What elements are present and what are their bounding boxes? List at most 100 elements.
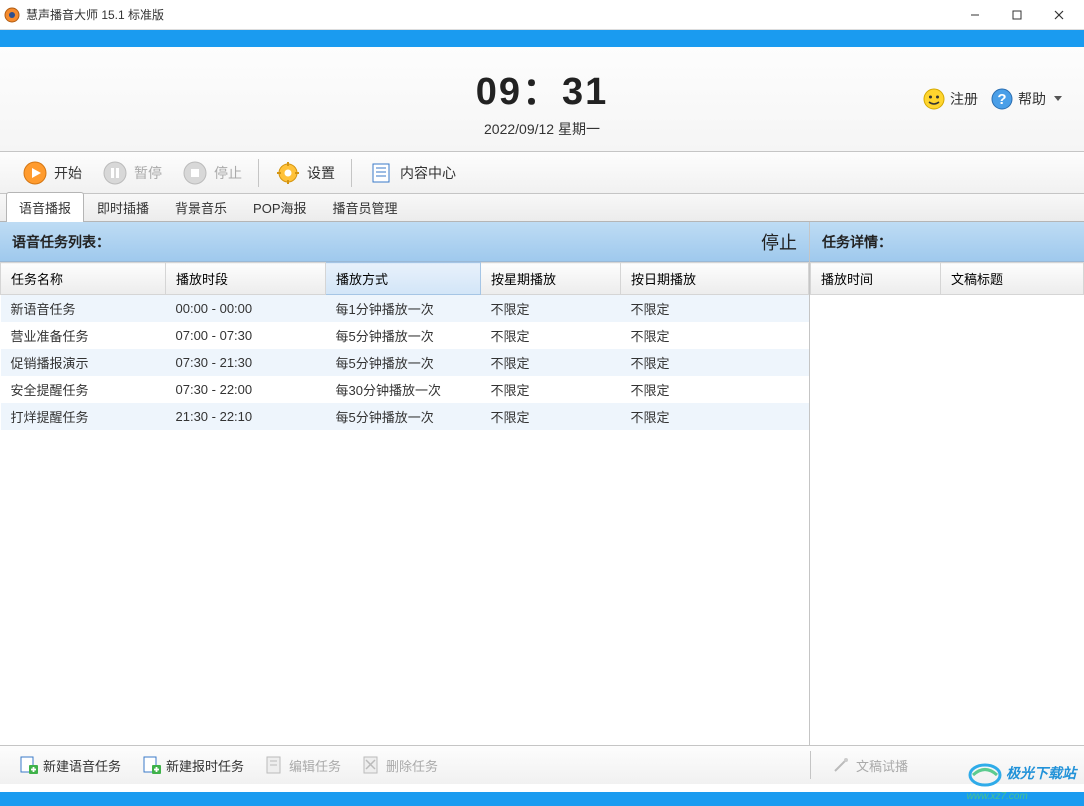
task-cell-mode: 每30分钟播放一次 (326, 376, 481, 403)
delete-task-button[interactable]: 删除任务 (351, 751, 448, 779)
close-button[interactable] (1038, 2, 1080, 28)
task-cell-date: 不限定 (621, 322, 809, 349)
task-cell-weekday: 不限定 (481, 295, 621, 323)
stop-label: 停止 (214, 163, 242, 183)
play-icon (22, 160, 48, 186)
task-cell-name: 营业准备任务 (1, 322, 166, 349)
clock-time: 09：31 (476, 60, 609, 115)
task-table-header-row: 任务名称 播放时段 播放方式 按星期播放 按日期播放 (1, 263, 809, 295)
start-label: 开始 (54, 163, 82, 183)
register-button[interactable]: 注册 (922, 87, 978, 111)
watermark-text: 极光下载站 (1006, 765, 1076, 781)
tab-announcer-manage[interactable]: 播音员管理 (320, 192, 411, 222)
stop-icon (182, 160, 208, 186)
tab-voice-broadcast[interactable]: 语音播报 (6, 192, 84, 222)
titlebar: 慧声播音大师 15.1 标准版 (0, 0, 1084, 30)
settings-button[interactable]: 设置 (265, 156, 345, 190)
new-voice-task-button[interactable]: 新建语音任务 (8, 751, 131, 779)
col-by-weekday[interactable]: 按星期播放 (481, 263, 621, 295)
toolbar-separator (351, 159, 352, 187)
detail-table: 播放时间 文稿标题 (810, 262, 1084, 295)
register-label: 注册 (950, 89, 978, 109)
blue-accent-bar (0, 30, 1084, 47)
clock-block: 09：31 2022/09/12 星期一 (476, 60, 609, 139)
right-panel: 任务详情： 播放时间 文稿标题 (810, 222, 1084, 745)
content-area: 语音任务列表： 停止 任务名称 播放时段 播放方式 按星期播放 按日期播放 新语… (0, 222, 1084, 746)
edit-task-label: 编辑任务 (289, 756, 341, 775)
pause-button[interactable]: 暂停 (92, 156, 172, 190)
task-list-status: 停止 (761, 229, 797, 255)
col-play-period[interactable]: 播放时段 (166, 263, 326, 295)
smile-icon (922, 87, 946, 111)
task-cell-period: 07:30 - 22:00 (166, 376, 326, 403)
svg-text:?: ? (997, 91, 1006, 108)
watermark: 极光下载站 www.xz7.com (967, 762, 1076, 802)
col-play-mode[interactable]: 播放方式 (326, 263, 481, 295)
task-table-wrap[interactable]: 任务名称 播放时段 播放方式 按星期播放 按日期播放 新语音任务00:00 - … (0, 262, 809, 745)
task-row[interactable]: 打烊提醒任务21:30 - 22:10每5分钟播放一次不限定不限定 (1, 403, 809, 430)
left-panel: 语音任务列表： 停止 任务名称 播放时段 播放方式 按星期播放 按日期播放 新语… (0, 222, 810, 745)
trial-play-label: 文稿试播 (856, 756, 908, 775)
gear-icon (275, 160, 301, 186)
task-row[interactable]: 营业准备任务07:00 - 07:30每5分钟播放一次不限定不限定 (1, 322, 809, 349)
col-task-name[interactable]: 任务名称 (1, 263, 166, 295)
task-cell-name: 安全提醒任务 (1, 376, 166, 403)
start-button[interactable]: 开始 (12, 156, 92, 190)
delete-task-label: 删除任务 (386, 756, 438, 775)
delete-icon (361, 755, 381, 775)
watermark-url: www.xz7.com (967, 791, 1028, 802)
help-button[interactable]: ? 帮助 (990, 87, 1062, 111)
pause-label: 暂停 (134, 163, 162, 183)
bottom-left-buttons: 新建语音任务 新建报时任务 编辑任务 删除任务 (0, 751, 810, 779)
col-by-date[interactable]: 按日期播放 (621, 263, 809, 295)
tab-instant-insert[interactable]: 即时插播 (84, 192, 162, 222)
content-center-button[interactable]: 内容中心 (358, 156, 466, 190)
wand-icon (831, 755, 851, 775)
task-row[interactable]: 安全提醒任务07:30 - 22:00每30分钟播放一次不限定不限定 (1, 376, 809, 403)
col-doc-title[interactable]: 文稿标题 (941, 263, 1084, 295)
task-cell-weekday: 不限定 (481, 403, 621, 430)
task-table: 任务名称 播放时段 播放方式 按星期播放 按日期播放 新语音任务00:00 - … (0, 262, 809, 430)
task-cell-period: 21:30 - 22:10 (166, 403, 326, 430)
task-cell-date: 不限定 (621, 376, 809, 403)
add-clock-icon (141, 755, 161, 775)
minimize-button[interactable] (954, 2, 996, 28)
header-right-buttons: 注册 ? 帮助 (922, 87, 1062, 111)
main-toolbar: 开始 暂停 停止 设置 内容中心 (0, 152, 1084, 194)
detail-table-wrap[interactable]: 播放时间 文稿标题 (810, 262, 1084, 745)
task-row[interactable]: 新语音任务00:00 - 00:00每1分钟播放一次不限定不限定 (1, 295, 809, 323)
detail-table-header-row: 播放时间 文稿标题 (811, 263, 1084, 295)
task-list-header: 语音任务列表： 停止 (0, 222, 809, 262)
tabs-row: 语音播报 即时插播 背景音乐 POP海报 播音员管理 (0, 194, 1084, 222)
task-cell-period: 07:30 - 21:30 (166, 349, 326, 376)
task-cell-name: 促销播报演示 (1, 349, 166, 376)
task-cell-date: 不限定 (621, 295, 809, 323)
window-title: 慧声播音大师 15.1 标准版 (26, 6, 954, 23)
pause-icon (102, 160, 128, 186)
new-voice-task-label: 新建语音任务 (43, 756, 121, 775)
task-cell-mode: 每5分钟播放一次 (326, 322, 481, 349)
content-center-label: 内容中心 (400, 163, 456, 183)
task-cell-period: 00:00 - 00:00 (166, 295, 326, 323)
new-timed-task-button[interactable]: 新建报时任务 (131, 751, 254, 779)
task-cell-mode: 每5分钟播放一次 (326, 349, 481, 376)
tab-background-music[interactable]: 背景音乐 (162, 192, 240, 222)
bottom-bar: 新建语音任务 新建报时任务 编辑任务 删除任务 文稿试播 (0, 746, 1084, 784)
trial-play-button[interactable]: 文稿试播 (821, 751, 918, 779)
maximize-button[interactable] (996, 2, 1038, 28)
task-cell-weekday: 不限定 (481, 349, 621, 376)
col-play-time[interactable]: 播放时间 (811, 263, 941, 295)
tab-pop-poster[interactable]: POP海报 (240, 192, 319, 222)
help-label: 帮助 (1018, 89, 1046, 109)
task-cell-name: 新语音任务 (1, 295, 166, 323)
task-detail-title: 任务详情： (822, 232, 892, 252)
task-cell-name: 打烊提醒任务 (1, 403, 166, 430)
task-cell-period: 07:00 - 07:30 (166, 322, 326, 349)
help-icon: ? (990, 87, 1014, 111)
edit-task-button[interactable]: 编辑任务 (254, 751, 351, 779)
task-row[interactable]: 促销播报演示07:30 - 21:30每5分钟播放一次不限定不限定 (1, 349, 809, 376)
new-timed-task-label: 新建报时任务 (166, 756, 244, 775)
document-icon (368, 160, 394, 186)
app-icon (4, 7, 20, 23)
stop-button[interactable]: 停止 (172, 156, 252, 190)
